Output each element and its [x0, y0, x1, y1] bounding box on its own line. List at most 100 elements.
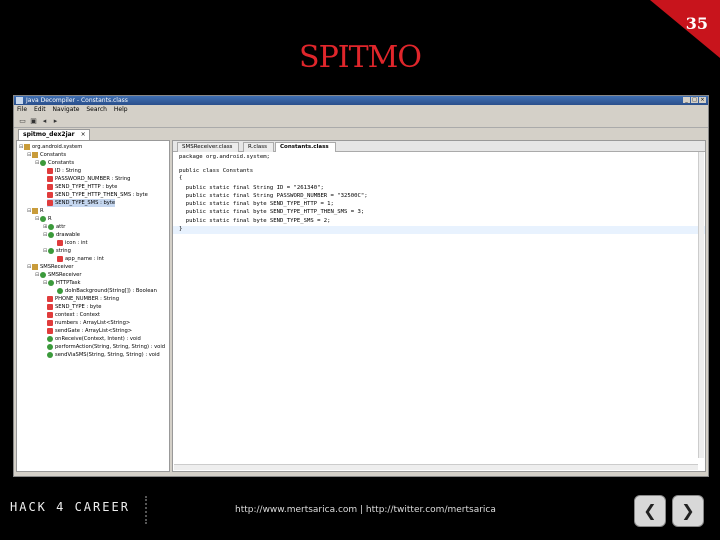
tab-close-icon[interactable]: ×	[81, 130, 86, 140]
editor-tab-constants[interactable]: Constants.class	[275, 142, 336, 152]
field-icon	[47, 319, 53, 326]
tree-node-inner-class[interactable]: ⊞ attr	[43, 223, 65, 231]
code-line: public static final byte SEND_TYPE_HTTP_…	[179, 209, 365, 215]
current-line-highlight	[173, 226, 705, 234]
minimize-icon[interactable]: _	[683, 97, 690, 103]
field-icon	[47, 167, 53, 174]
field-icon	[47, 199, 53, 206]
tree-node-class[interactable]: ⊟ Constants	[35, 159, 74, 167]
field-icon	[47, 311, 53, 318]
tree-node-method[interactable]: doInBackground(String[]) : Boolean	[57, 287, 157, 295]
code-line: {	[179, 175, 183, 181]
menu-help[interactable]: Help	[114, 106, 128, 113]
field-icon	[47, 175, 53, 182]
toolbar: ▭ ▣ ◂ ▸	[14, 114, 708, 128]
tree-node-field[interactable]: context : Context	[47, 311, 100, 319]
tree-node-method[interactable]: sendViaSMS(String, String, String) : voi…	[47, 351, 160, 359]
file-tab-bar: spitmo_dex2jar ×	[14, 128, 708, 140]
brand-logo: HACK 4 CAREER	[10, 500, 130, 514]
class-icon	[40, 215, 46, 222]
slide-number: 35	[685, 14, 708, 33]
forward-arrow-icon[interactable]: ▸	[51, 117, 60, 125]
prev-slide-button[interactable]: ❮	[634, 495, 666, 527]
editor-tab-smsreceiver[interactable]: SMSReceiver.class	[177, 142, 240, 152]
menu-navigate[interactable]: Navigate	[53, 106, 80, 113]
tree-node-field[interactable]: PHONE_NUMBER : String	[47, 295, 119, 303]
tree-node-field[interactable]: ID : String	[47, 167, 81, 175]
tree-node-file[interactable]: ⊟ SMSReceiver	[27, 263, 74, 271]
code-line: public static final byte SEND_TYPE_SMS =…	[179, 218, 331, 224]
tree-node-field[interactable]: SEND_TYPE : byte	[47, 303, 101, 311]
footer-divider	[145, 496, 147, 524]
code-line: public static final byte SEND_TYPE_HTTP …	[179, 201, 334, 207]
code-line: }	[179, 226, 183, 232]
save-icon[interactable]: ▣	[29, 117, 38, 125]
file-tab-label: spitmo_dex2jar	[23, 131, 75, 138]
field-icon	[47, 295, 53, 302]
window-titlebar: Java Decompiler - Constants.class _ □ ×	[14, 96, 708, 105]
class-icon	[48, 247, 54, 254]
class-file-icon	[32, 151, 38, 158]
tree-node-field[interactable]: icon : int	[57, 239, 88, 247]
tree-node-inner-class[interactable]: ⊟ drawable	[43, 231, 80, 239]
code-line: package org.android.system;	[179, 154, 270, 160]
package-icon	[24, 143, 30, 150]
code-line: public static final String ID = "261340"…	[179, 185, 324, 191]
tree-node-field-selected[interactable]: SEND_TYPE_SMS : byte	[47, 199, 116, 207]
tree-node-field[interactable]: SEND_TYPE_HTTP : byte	[47, 183, 117, 191]
package-tree: ⊟ org.android.system ⊟ Constants ⊟ Constant…	[16, 140, 170, 472]
code-line: public static final String PASSWORD_NUMB…	[179, 193, 368, 199]
decompiler-window: Java Decompiler - Constants.class _ □ × …	[13, 95, 709, 477]
field-icon	[57, 255, 63, 262]
maximize-icon[interactable]: □	[691, 97, 698, 103]
editor-tab-bar: SMSReceiver.class R.class Constants.clas…	[173, 141, 705, 152]
tree-node-field[interactable]: numbers : ArrayList<String>	[47, 319, 130, 327]
tree-node-field[interactable]: SEND_TYPE_HTTP_THEN_SMS : byte	[47, 191, 148, 199]
app-icon	[16, 97, 23, 104]
class-icon	[48, 279, 54, 286]
tree-node-field[interactable]: PASSWORD_NUMBER : String	[47, 175, 130, 183]
open-folder-icon[interactable]: ▭	[18, 117, 27, 125]
tree-node-field[interactable]: sendGate : ArrayList<String>	[47, 327, 132, 335]
class-file-icon	[32, 263, 38, 270]
tree-node-package[interactable]: ⊟ org.android.system	[19, 143, 82, 151]
tree-node-field[interactable]: app_name : int	[57, 255, 104, 263]
back-arrow-icon[interactable]: ◂	[40, 117, 49, 125]
chevron-right-icon: ❯	[681, 501, 695, 520]
vertical-scrollbar[interactable]	[698, 152, 704, 458]
tree-node-inner-class[interactable]: ⊟ string	[43, 247, 71, 255]
method-icon	[47, 351, 53, 358]
method-icon	[57, 287, 63, 294]
class-icon	[48, 223, 54, 230]
code-editor[interactable]: SMSReceiver.class R.class Constants.clas…	[172, 140, 706, 472]
tree-node-method[interactable]: performAction(String, String, String) : …	[47, 343, 165, 351]
class-icon	[40, 271, 46, 278]
tree-node-file[interactable]: ⊟ Constants	[27, 151, 66, 159]
method-icon	[47, 335, 53, 342]
file-tab[interactable]: spitmo_dex2jar ×	[18, 129, 90, 140]
tree-node-class[interactable]: ⊟ R	[35, 215, 52, 223]
menu-file[interactable]: File	[17, 106, 27, 113]
editor-tab-r[interactable]: R.class	[243, 142, 275, 152]
tree-node-class[interactable]: ⊟ SMSReceiver	[35, 271, 82, 279]
close-icon[interactable]: ×	[699, 97, 706, 103]
window-title: Java Decompiler - Constants.class	[26, 97, 128, 104]
chevron-left-icon: ❮	[643, 501, 657, 520]
menu-bar: File Edit Navigate Search Help	[14, 105, 708, 114]
class-icon	[48, 231, 54, 238]
menu-edit[interactable]: Edit	[34, 106, 46, 113]
menu-search[interactable]: Search	[86, 106, 107, 113]
field-icon	[47, 183, 53, 190]
tree-node-inner-class[interactable]: ⊟ HTTPTask	[43, 279, 80, 287]
class-icon	[40, 159, 46, 166]
field-icon	[47, 303, 53, 310]
code-line: public class Constants	[179, 168, 254, 174]
next-slide-button[interactable]: ❯	[672, 495, 704, 527]
slide-title: SPITMO	[299, 40, 422, 75]
field-icon	[57, 239, 63, 246]
tree-node-file[interactable]: ⊟ R	[27, 207, 44, 215]
tree-node-method[interactable]: onReceive(Context, Intent) : void	[47, 335, 141, 343]
horizontal-scrollbar[interactable]	[174, 464, 698, 470]
footer-links[interactable]: http://www.mertsarica.com | http://twitt…	[235, 505, 496, 515]
field-icon	[47, 327, 53, 334]
